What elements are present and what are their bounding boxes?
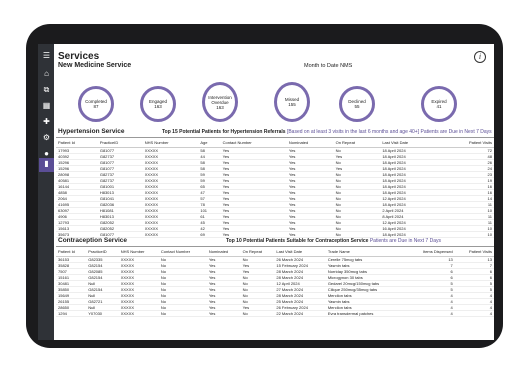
menu-icon[interactable]: ☰: [41, 50, 52, 61]
kpi-missed: Missed 155: [274, 82, 310, 122]
kpi-label: Intervention Overdue: [208, 94, 232, 105]
table-header-row: Patient Id PracticeID NHS Number Contact…: [56, 248, 494, 257]
column-header[interactable]: Patient Visits: [439, 139, 494, 148]
hypertension-section-title: Hypertension Service: [58, 128, 125, 135]
hypertension-table-heading: Top 15 Potential Patients for Hypertensi…: [162, 129, 286, 135]
table-cell: Yes: [220, 231, 287, 238]
column-header[interactable]: On Repeat: [240, 248, 275, 257]
table-cell: 4: [405, 310, 455, 317]
table-cell: 4: [454, 310, 494, 317]
table-row[interactable]: 1294 Y07030 XXXXX No Yes No 22 March 2024 Evra …: [56, 310, 494, 317]
hierarchy-icon[interactable]: ⧉: [41, 84, 52, 95]
table-cell: XXXXX: [118, 310, 159, 317]
contraception-table-body: 36153 G82335 XXXXX No Yes No 26 March 2024 Cere…: [56, 256, 494, 317]
nav-rail: ☰ ⌂ ⧉ ▦ ✚ ⚙ ● ▮: [38, 44, 54, 340]
kpi-completed: Completed 87: [78, 86, 114, 122]
services-page: Services i New Medicine Service Month to…: [54, 44, 494, 340]
hypertension-table: Patient Id PracticeID NHS Number Age Con…: [56, 139, 494, 238]
table-cell: Yes: [206, 310, 241, 317]
table-cell: No: [333, 231, 381, 238]
table-cell: Yes: [286, 231, 334, 238]
kpi-value: 163: [154, 104, 162, 109]
kpi-engaged: Engaged 163: [140, 86, 176, 122]
month-to-date-label: Month to Date NMS: [304, 63, 353, 69]
column-header[interactable]: Items Dispensed: [405, 248, 455, 257]
nms-subtitle: New Medicine Service: [58, 62, 132, 69]
calendar-icon[interactable]: ▦: [41, 100, 52, 111]
column-header[interactable]: Last Visit Date: [380, 139, 440, 148]
table-cell: 1294: [56, 310, 87, 317]
medical-bag-icon[interactable]: ✚: [41, 116, 52, 127]
kpi-intervention-overdue: Intervention Overdue 163: [202, 82, 238, 122]
home-icon[interactable]: ⌂: [41, 68, 52, 79]
column-header[interactable]: Contact Number: [220, 139, 287, 148]
column-header[interactable]: Nominated: [286, 139, 334, 148]
info-icon[interactable]: i: [474, 51, 486, 63]
hypertension-table-note: [Based on at least 3 visits in the last …: [286, 129, 492, 135]
kpi-expired: Expired 41: [421, 86, 457, 122]
table-cell: 69: [198, 231, 221, 238]
contraception-section-title: Contraception Service: [58, 237, 127, 244]
kpi-value: 55: [354, 104, 360, 109]
divider: [56, 137, 494, 138]
hypertension-table-title: Top 15 Potential Patients for Hypertensi…: [162, 129, 492, 135]
column-header[interactable]: Trade Name: [325, 248, 406, 257]
column-header[interactable]: NHS Number: [118, 248, 159, 257]
settings-icon[interactable]: ⚙: [41, 132, 52, 143]
column-header[interactable]: PracticeID: [86, 248, 119, 257]
kpi-value: 41: [436, 104, 442, 109]
contraception-table: Patient Id PracticeID NHS Number Contact…: [56, 248, 494, 317]
table-cell: 10: [439, 231, 494, 238]
table-cell: No: [158, 310, 207, 317]
kpi-value: 163: [216, 104, 224, 110]
bar-chart-icon[interactable]: ▮: [39, 158, 54, 172]
table-cell: 22 March 2024: [274, 310, 326, 317]
column-header[interactable]: Patient Id: [56, 248, 87, 257]
column-header[interactable]: NHS Number: [142, 139, 199, 148]
page-title: Services: [58, 51, 100, 62]
kpi-value: 87: [93, 104, 99, 109]
column-header[interactable]: Contact Number: [158, 248, 207, 257]
kpi-declined: Declined 55: [339, 86, 375, 122]
table-cell: 18 April 2024: [380, 231, 440, 238]
column-header[interactable]: Nominated: [206, 248, 241, 257]
table-cell: Evra transdermal patches: [325, 310, 406, 317]
column-header[interactable]: Age: [198, 139, 221, 148]
table-cell: Y07030: [86, 310, 119, 317]
divider: [56, 246, 494, 247]
column-header[interactable]: Last Visit Date: [274, 248, 326, 257]
hypertension-table-body: 17993 G81077 XXXXX 58 Yes Yes No 18 April 2024 7…: [56, 147, 494, 238]
table-header-row: Patient Id PracticeID NHS Number Age Con…: [56, 139, 494, 148]
contraception-table-heading: Top 10 Potential Patients Suitable for C…: [226, 238, 369, 244]
column-header[interactable]: Patient Id: [56, 139, 98, 148]
column-header[interactable]: On Repeat: [333, 139, 381, 148]
contraception-table-title: Top 10 Potential Patients Suitable for C…: [226, 238, 441, 244]
table-cell: No: [240, 310, 275, 317]
column-header[interactable]: PracticeID: [97, 139, 143, 148]
kpi-value: 155: [288, 102, 296, 107]
table-cell: XXXXX: [142, 231, 199, 238]
contraception-table-note: Patients are Due in Next 7 Days: [369, 238, 441, 244]
app-screen: ☰ ⌂ ⧉ ▦ ✚ ⚙ ● ▮ Services i New Medicine …: [38, 44, 494, 340]
column-header[interactable]: Patient Visits: [454, 248, 494, 257]
